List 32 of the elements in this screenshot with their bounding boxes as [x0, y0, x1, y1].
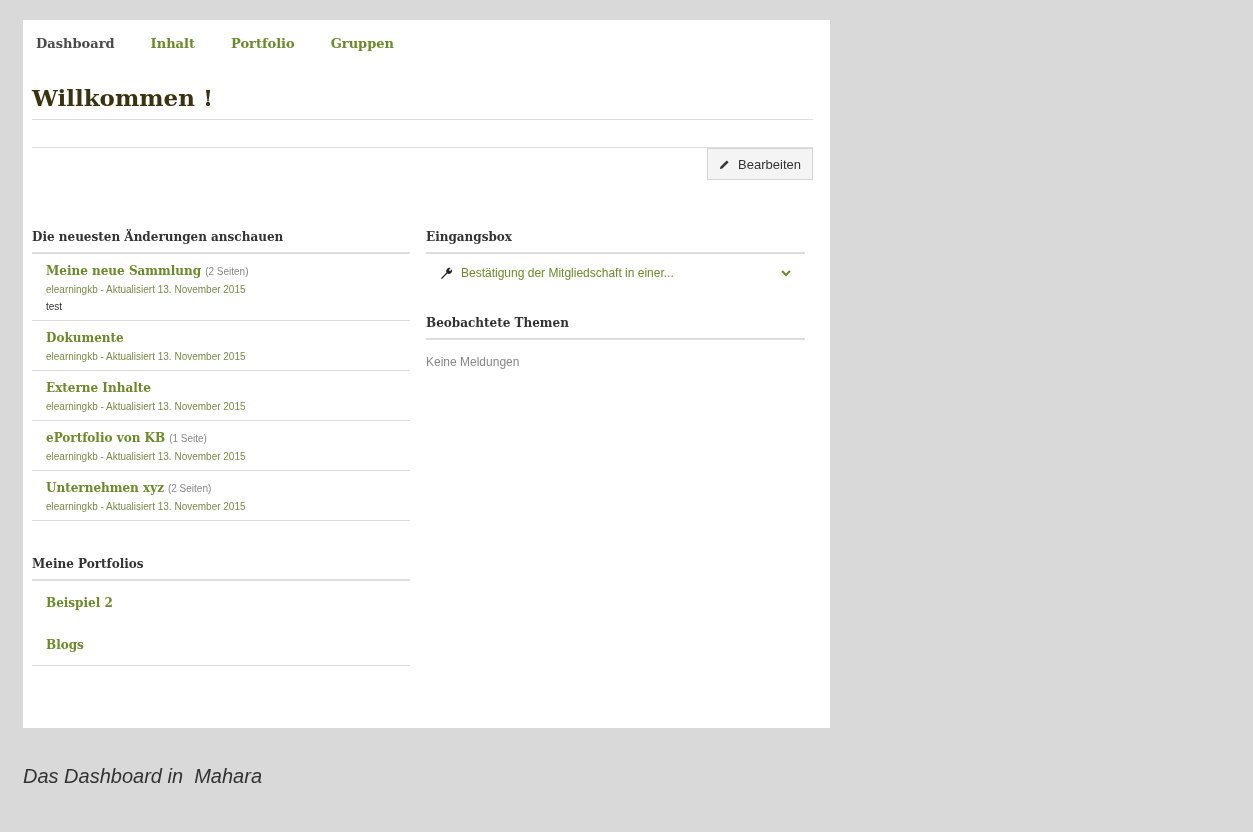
page-title: Willkommen !	[32, 84, 813, 120]
item-meta: elearningkb - Aktualisiert 13. November 2015	[46, 451, 247, 462]
edit-button[interactable]: Bearbeiten	[707, 148, 813, 180]
empty-message: Keine Meldungen	[426, 354, 521, 369]
item-meta: elearningkb - Aktualisiert 13. November 2015	[46, 284, 247, 295]
nav-tab[interactable]: Portfolio	[230, 36, 295, 58]
page-count: (2 Seiten)	[205, 266, 249, 277]
item-meta: elearningkb - Aktualisiert 13. November 2015	[46, 351, 247, 362]
section-heading: Meine Portfolios	[32, 557, 410, 581]
chevron-icon[interactable]	[781, 269, 791, 277]
section-heading: Beobachtete Themen	[426, 316, 805, 340]
pencil-icon	[719, 158, 731, 170]
caption: Das Dashboard in Mahara	[23, 765, 263, 788]
item-meta: elearningkb - Aktualisiert 13. November 2015	[46, 501, 247, 512]
item-link[interactable]: ePortfolio von KB	[46, 431, 166, 445]
nav-tab[interactable]: Gruppen	[330, 36, 395, 58]
item-link[interactable]: Externe Inhalte	[46, 381, 151, 395]
nav-tab[interactable]: Inhalt	[150, 36, 195, 58]
page-count: (1 Seite)	[169, 433, 207, 444]
section-heading: Eingangsbox	[426, 230, 805, 254]
wrench-icon	[440, 266, 453, 280]
page-count: (2 Seiten)	[167, 483, 212, 494]
portfolio-link[interactable]: Beispiel 2	[46, 596, 113, 610]
section-heading: Die neuesten Änderungen anschauen	[32, 230, 410, 254]
item-description: test	[46, 301, 64, 312]
item-link[interactable]: Unternehmen xyz	[46, 481, 164, 495]
portfolio-link[interactable]: Blogs	[46, 638, 84, 652]
item-link[interactable]: Dokumente	[46, 331, 124, 345]
nav-tab[interactable]: Dashboard	[36, 36, 115, 58]
message-link[interactable]: Bestätigung der Mitgliedschaft in einer...	[461, 266, 773, 280]
item-link[interactable]: Meine neue Sammlung	[46, 264, 202, 278]
item-meta: elearningkb - Aktualisiert 13. November 2015	[46, 401, 247, 412]
